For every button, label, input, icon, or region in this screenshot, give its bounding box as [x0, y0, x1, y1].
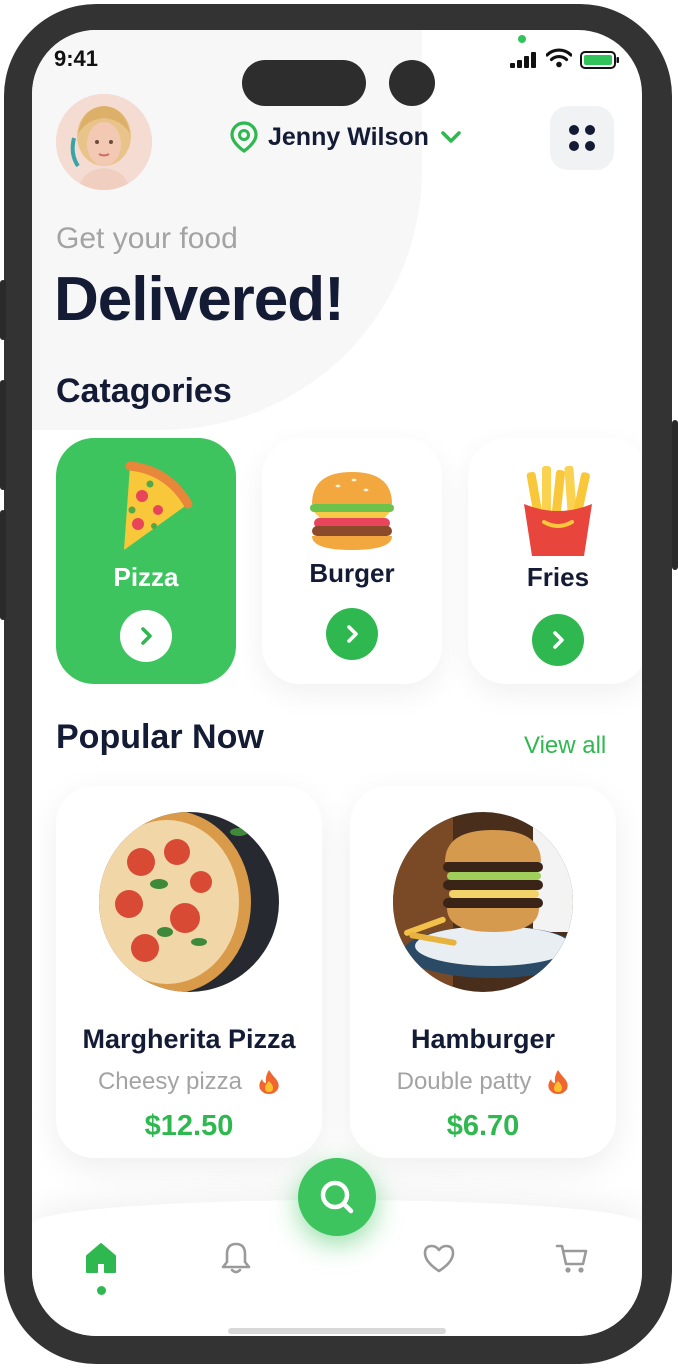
food-card-hamburger[interactable]: Hamburger Double patty $6.70 — [350, 786, 616, 1158]
food-desc-row: Cheesy pizza — [56, 1068, 322, 1096]
view-all-link[interactable]: View all — [524, 732, 606, 760]
wifi-icon — [546, 48, 572, 68]
side-button — [0, 510, 6, 620]
food-price: $6.70 — [446, 1110, 520, 1142]
location-name: Jenny Wilson — [268, 122, 429, 151]
app-screen: 9:41 Jenny Wilson Get your food Delivere… — [32, 30, 642, 1336]
grid-menu-icon — [569, 125, 595, 151]
food-price: $12.50 — [144, 1110, 234, 1142]
camera-indicator — [518, 35, 526, 43]
category-go-button[interactable] — [120, 610, 172, 662]
fries-icon — [524, 465, 592, 556]
chevron-down-icon — [441, 131, 461, 143]
avatar[interactable] — [56, 94, 152, 190]
food-desc: Cheesy pizza — [97, 1068, 243, 1095]
pizza-slice-icon — [124, 461, 193, 550]
popular-title: Popular Now — [56, 718, 264, 756]
category-label: Pizza — [113, 562, 179, 592]
cart-icon[interactable] — [554, 1240, 590, 1276]
dynamic-island — [242, 60, 366, 106]
food-desc: Double patty — [396, 1068, 532, 1095]
hero-subtitle: Get your food — [56, 222, 238, 255]
burger-photo — [393, 812, 573, 992]
location-pin-icon — [230, 121, 258, 153]
chevron-right-icon — [141, 627, 152, 645]
status-time: 9:41 — [54, 46, 99, 71]
avatar-portrait — [56, 94, 152, 190]
fire-icon — [259, 1070, 279, 1094]
signal-icon — [510, 52, 536, 68]
menu-button[interactable] — [550, 106, 614, 170]
food-image-pizza — [99, 812, 279, 992]
category-label: Burger — [309, 558, 395, 588]
chevron-right-icon — [347, 625, 358, 643]
home-indicator — [228, 1328, 446, 1334]
food-desc-row: Double patty — [350, 1068, 616, 1096]
battery-icon — [580, 51, 619, 69]
fire-icon — [548, 1070, 569, 1094]
active-nav-indicator — [97, 1286, 106, 1295]
food-card-margherita[interactable]: Margherita Pizza Cheesy pizza $12.50 — [56, 786, 322, 1158]
side-button — [0, 380, 6, 490]
category-go-button[interactable] — [532, 614, 584, 666]
front-camera — [389, 60, 435, 106]
category-go-button[interactable] — [326, 608, 378, 660]
food-name: Hamburger — [410, 1024, 556, 1054]
categories-title: Catagories — [56, 372, 232, 410]
category-card-burger[interactable]: Burger — [262, 438, 442, 684]
side-button — [672, 420, 678, 570]
food-name: Margherita Pizza — [82, 1024, 296, 1054]
hero-headline: Delivered! — [54, 265, 345, 334]
home-icon[interactable] — [83, 1240, 119, 1276]
side-button — [0, 280, 6, 340]
category-label: Fries — [526, 562, 590, 592]
bell-icon[interactable] — [218, 1240, 254, 1276]
burger-icon — [310, 472, 394, 550]
food-image-burger — [393, 812, 573, 992]
location-selector[interactable]: Jenny Wilson — [230, 120, 463, 154]
search-button[interactable] — [298, 1158, 376, 1236]
search-icon — [320, 1180, 354, 1214]
heart-icon[interactable] — [421, 1240, 457, 1276]
category-card-fries[interactable]: Fries — [468, 438, 642, 684]
pizza-photo — [99, 812, 279, 992]
category-card-pizza[interactable]: Pizza — [56, 438, 236, 684]
chevron-right-icon — [553, 631, 564, 649]
